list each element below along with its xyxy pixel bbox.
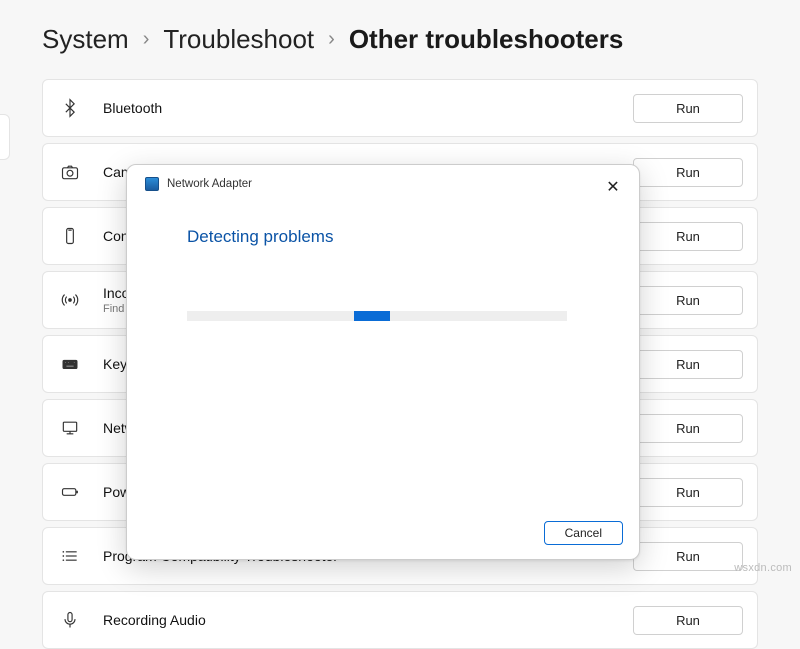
list-icon — [57, 543, 83, 569]
troubleshooter-row-bluetooth: Bluetooth Run — [42, 79, 758, 137]
dialog-footer: Cancel — [127, 511, 639, 559]
phone-icon — [57, 223, 83, 249]
breadcrumb-system[interactable]: System — [42, 24, 129, 55]
run-button[interactable]: Run — [633, 94, 743, 123]
run-button[interactable]: Run — [633, 478, 743, 507]
dialog-body: Detecting problems — [127, 197, 639, 511]
chevron-right-icon: › — [143, 28, 150, 51]
breadcrumb-troubleshoot[interactable]: Troubleshoot — [163, 24, 314, 55]
progress-bar — [187, 311, 567, 321]
breadcrumb: System › Troubleshoot › Other troublesho… — [42, 24, 776, 55]
progress-indicator — [354, 311, 390, 321]
troubleshooter-dialog: ✕ Network Adapter Detecting problems Can… — [126, 164, 640, 560]
run-button[interactable]: Run — [633, 606, 743, 635]
dialog-titlebar: Network Adapter — [127, 165, 639, 197]
dialog-app-title: Network Adapter — [167, 178, 252, 190]
close-icon: ✕ — [606, 177, 619, 197]
dialog-headline: Detecting problems — [187, 227, 611, 247]
run-button[interactable]: Run — [633, 350, 743, 379]
close-button[interactable]: ✕ — [599, 173, 627, 201]
run-button[interactable]: Run — [633, 286, 743, 315]
run-button[interactable]: Run — [633, 222, 743, 251]
row-title: Recording Audio — [103, 612, 633, 628]
keyboard-icon — [57, 351, 83, 377]
watermark: wsxdn.com — [734, 562, 792, 574]
signal-icon — [57, 287, 83, 313]
breadcrumb-current: Other troubleshooters — [349, 24, 623, 55]
left-panel-stub — [0, 114, 10, 160]
monitor-icon — [57, 415, 83, 441]
app-icon — [145, 177, 159, 191]
row-title: Bluetooth — [103, 100, 633, 116]
run-button[interactable]: Run — [633, 414, 743, 443]
chevron-right-icon: › — [328, 28, 335, 51]
run-button[interactable]: Run — [633, 158, 743, 187]
camera-icon — [57, 159, 83, 185]
cancel-button[interactable]: Cancel — [544, 521, 623, 545]
microphone-icon — [57, 607, 83, 633]
troubleshooter-row-recording-audio: Recording Audio Run — [42, 591, 758, 649]
bluetooth-icon — [57, 95, 83, 121]
battery-icon — [57, 479, 83, 505]
run-button[interactable]: Run — [633, 542, 743, 571]
